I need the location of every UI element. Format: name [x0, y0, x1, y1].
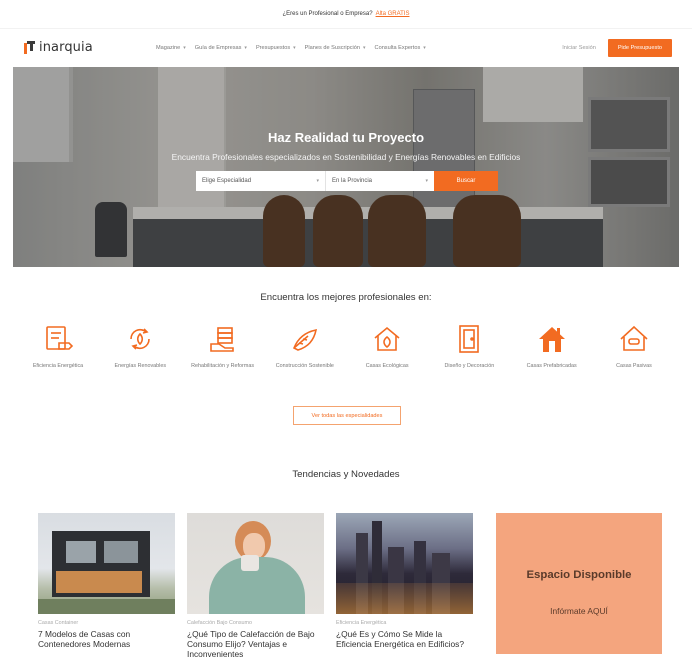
logo-mark-icon — [24, 41, 35, 54]
search-bar: Elige Especialidad ▾ En la Provincia ▾ Bus… — [196, 171, 498, 191]
chevron-down-icon: ▾ — [293, 44, 296, 51]
nav-item-magazine[interactable]: Magazine ▾ — [156, 45, 186, 51]
card-category: Eficiencia Energética — [336, 620, 387, 626]
passive-house-icon — [620, 325, 648, 351]
chevron-down-icon: ▾ — [244, 44, 247, 51]
category-design-decoration[interactable]: Diseño y Decoración — [429, 322, 509, 370]
ad-space-banner[interactable]: Espacio Disponible Infórmate AQUÍ — [496, 513, 662, 654]
news-card[interactable]: Eficiencia Energética ¿Qué Es y Cómo Se … — [336, 513, 473, 649]
card-category: Casas Container — [38, 620, 79, 626]
category-prefab-houses[interactable]: Casas Prefabricadas — [512, 322, 592, 370]
woman-blanket-photo — [187, 513, 324, 614]
main-nav: Magazine ▾ Guía de Empresas ▾ Presupuestos… — [152, 45, 562, 51]
nav-item-company-guide[interactable]: Guía de Empresas ▾ — [195, 45, 247, 51]
category-passive-houses[interactable]: Casas Pasivas — [594, 322, 674, 370]
chevron-down-icon: ▾ — [183, 44, 186, 51]
chevron-down-icon: ▾ — [423, 44, 426, 51]
signup-free-link[interactable]: Alta GRATIS — [376, 11, 410, 17]
renewable-cycle-icon — [130, 328, 151, 350]
card-title[interactable]: ¿Qué Es y Cómo Se Mide la Eficiencia Ene… — [336, 629, 473, 649]
hero-title: Haz Realidad tu Proyecto — [267, 130, 425, 145]
category-rehabilitation[interactable]: Rehabilitación y Reformas — [183, 322, 263, 370]
specialty-select[interactable]: Elige Especialidad ▾ — [196, 171, 326, 191]
energy-certificate-icon — [46, 326, 74, 350]
eco-house-icon — [374, 326, 400, 351]
sustainable-leaf-icon — [292, 328, 317, 351]
card-title[interactable]: 7 Modelos de Casas con Contenedores Mode… — [38, 629, 175, 649]
hero-subtitle: Encuentra Profesionales especializados e… — [171, 152, 521, 162]
category-list: Eficiencia Energética Energías Renovable… — [18, 322, 674, 370]
card-title[interactable]: ¿Qué Tipo de Calefacción de Bajo Consumo… — [187, 629, 324, 659]
prefab-house-icon — [538, 327, 565, 352]
main-header: inarquia Magazine ▾ Guía de Empresas ▾ Pre… — [0, 28, 692, 66]
news-card[interactable]: Calefacción Bajo Consumo ¿Qué Tipo de Ca… — [187, 513, 324, 659]
nav-item-quotes[interactable]: Presupuestos ▾ — [256, 45, 296, 51]
category-energy-efficiency[interactable]: Eficiencia Energética — [18, 322, 98, 370]
city-skyline-photo — [336, 513, 473, 614]
card-category: Calefacción Bajo Consumo — [187, 620, 253, 626]
search-button[interactable]: Buscar — [434, 171, 498, 191]
category-sustainable-construction[interactable]: Construcción Sostenible — [265, 322, 345, 370]
chevron-down-icon: ▾ — [425, 178, 428, 184]
chevron-down-icon: ▾ — [316, 178, 319, 184]
logo[interactable]: inarquia — [24, 40, 152, 55]
nav-item-ask-experts[interactable]: Consulta Expertos ▾ — [375, 45, 426, 51]
login-link[interactable]: Iniciar Sesión — [562, 45, 596, 51]
nav-item-subscription-plans[interactable]: Planes de Suscripción ▾ — [305, 45, 366, 51]
view-all-specialties-button[interactable]: Ver todas las especialidades — [293, 406, 401, 425]
ad-space-title: Espacio Disponible — [526, 569, 632, 581]
province-select[interactable]: En la Provincia ▾ — [326, 171, 434, 191]
top-announcement-bar: ¿Eres un Profesional o Empresa? Alta GRA… — [0, 0, 692, 28]
request-quote-button[interactable]: Pide Presupuesto — [607, 38, 672, 57]
container-house-photo — [38, 513, 175, 614]
news-heading: Tendencias y Novedades — [292, 469, 400, 480]
renovation-bricks-icon — [209, 327, 234, 352]
announcement-text: ¿Eres un Profesional o Empresa? — [282, 11, 373, 17]
ad-space-link[interactable]: Infórmate AQUÍ — [550, 606, 608, 616]
design-door-icon — [459, 325, 480, 353]
chevron-down-icon: ▾ — [363, 44, 366, 51]
logo-text: inarquia — [39, 40, 93, 55]
news-card[interactable]: Casas Container 7 Modelos de Casas con C… — [38, 513, 175, 649]
category-renewable-energy[interactable]: Energías Renovables — [100, 322, 180, 370]
hero-banner-image — [13, 67, 679, 267]
category-eco-houses[interactable]: Casas Ecológicas — [347, 322, 427, 370]
professionals-heading: Encuentra los mejores profesionales en: — [260, 292, 432, 303]
